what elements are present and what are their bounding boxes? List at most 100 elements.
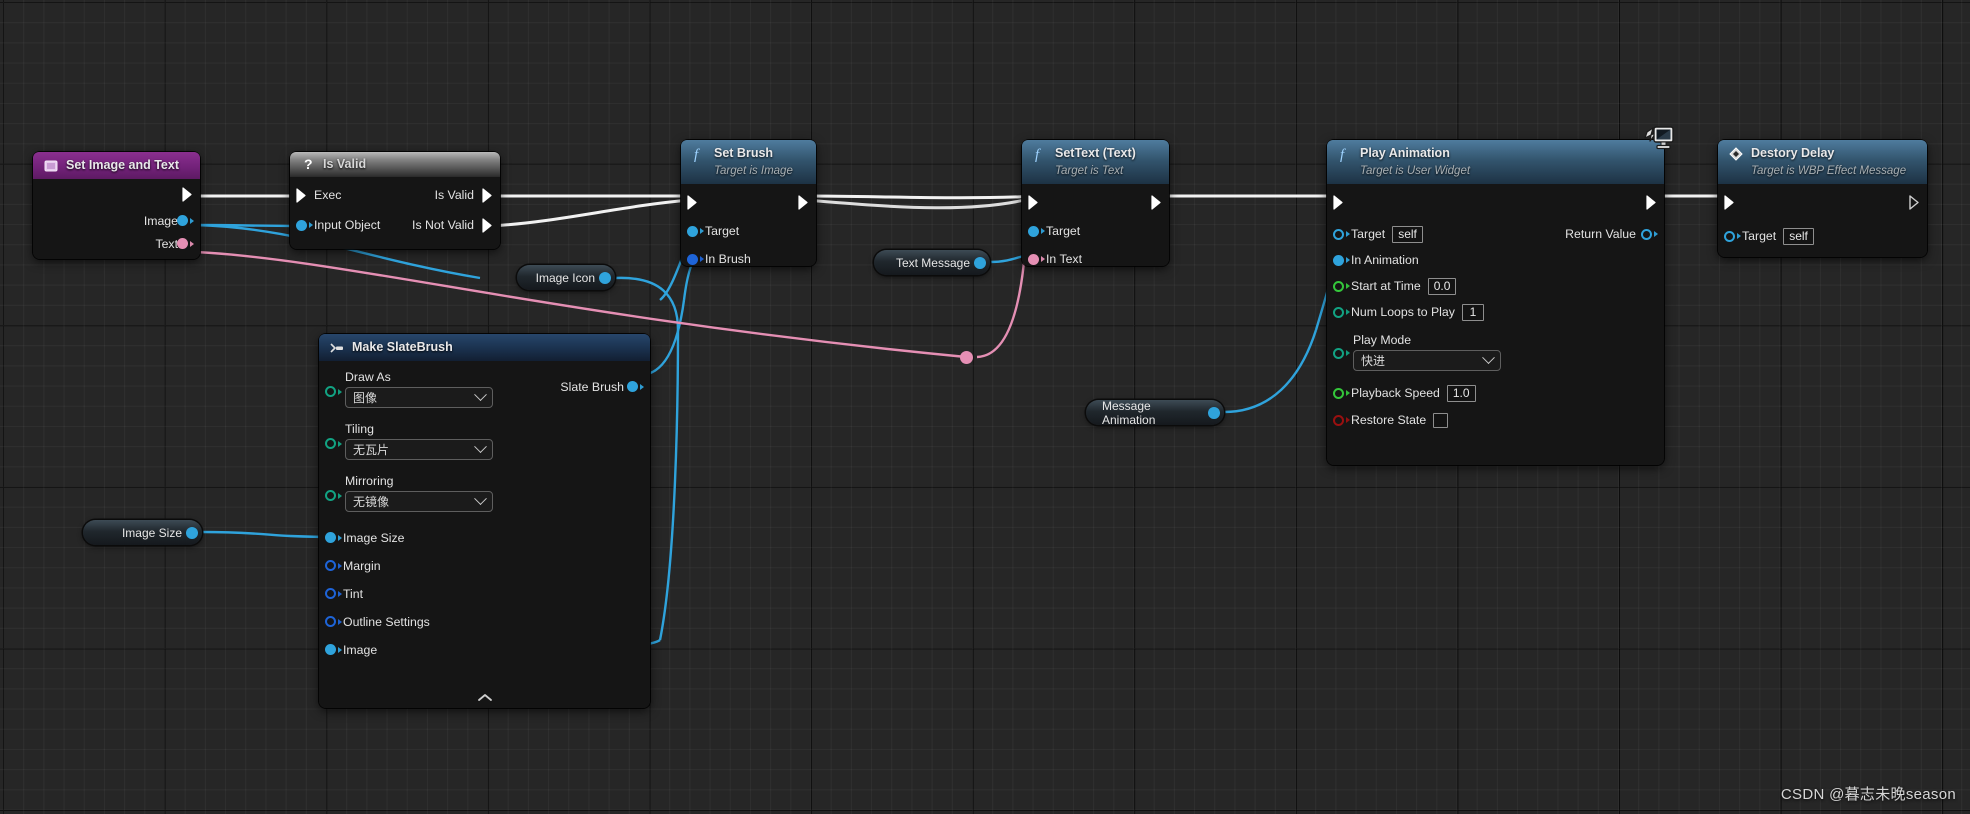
exec-out-pin[interactable] <box>1646 194 1658 215</box>
image-out-pin[interactable] <box>177 215 194 226</box>
restore-state-pin[interactable] <box>1333 414 1350 426</box>
svg-text:f: f <box>1035 147 1041 162</box>
num-loops-field[interactable]: 1 <box>1461 303 1484 321</box>
target-pin[interactable] <box>1333 228 1350 240</box>
exec-in-pin[interactable] <box>1724 194 1736 215</box>
knot-node-message-animation[interactable]: Message Animation <box>1086 399 1224 427</box>
node-make-slatebrush[interactable]: Make SlateBrush Draw As 图像 Slate Brush T… <box>319 334 650 708</box>
playback-speed-field[interactable]: 1.0 <box>1446 384 1476 402</box>
reroute-knot-text[interactable] <box>960 351 973 364</box>
knot-label: Image Icon <box>535 270 595 285</box>
multicast-replication-icon <box>1641 124 1675 159</box>
pin-row-exec <box>1718 192 1927 215</box>
image-size-pin[interactable] <box>325 532 342 543</box>
svg-text:f: f <box>694 147 700 162</box>
pin-row-in-brush: In Brush <box>681 248 816 271</box>
tint-pin[interactable] <box>325 588 342 599</box>
slate-brush-out-pin[interactable] <box>627 381 644 392</box>
pin-row-in-animation: In Animation <box>1327 249 1664 272</box>
knot-out-pin[interactable] <box>1208 406 1220 419</box>
mirroring-dropdown[interactable]: 无镜像 <box>345 491 493 512</box>
target-pin[interactable] <box>1028 225 1045 237</box>
node-destory-delay[interactable]: Destory Delay Target is WBP Effect Messa… <box>1718 140 1927 257</box>
node-header: Set Image and Text <box>33 152 200 179</box>
exec-out-pin[interactable] <box>1909 194 1921 215</box>
in-text-pin[interactable] <box>1028 253 1045 265</box>
pin-row-text: Text <box>33 232 200 255</box>
chevron-down-icon <box>474 492 487 506</box>
mirroring-value: 无镜像 <box>353 495 390 509</box>
pin-row-margin: Margin <box>319 554 650 577</box>
exec-in-pin[interactable] <box>1333 194 1345 215</box>
mirroring-pin[interactable] <box>325 490 342 501</box>
exec-out-pin[interactable] <box>182 187 194 207</box>
exec-out-pin[interactable] <box>798 194 810 215</box>
margin-pin[interactable] <box>325 560 342 571</box>
text-out-pin[interactable] <box>177 238 194 249</box>
knot-node-text-message[interactable]: Text Message <box>874 250 990 275</box>
pin-label-num-loops: Num Loops to Play <box>1351 305 1455 320</box>
target-pin[interactable] <box>687 225 704 237</box>
play-mode-dropdown[interactable]: 快进 <box>1353 349 1501 371</box>
knot-node-image-icon[interactable]: Image Icon <box>517 265 615 290</box>
start-at-time-field[interactable]: 0.0 <box>1427 277 1457 295</box>
pin-label-return-value: Return Value <box>1565 227 1636 242</box>
node-subtitle: Target is User Widget <box>1360 164 1471 177</box>
exec-in-pin[interactable] <box>296 188 308 208</box>
node-title: SetText (Text) <box>1055 146 1136 160</box>
knot-out-pin[interactable] <box>599 271 611 284</box>
pin-row-target: Target <box>681 220 816 243</box>
is-not-valid-out-pin[interactable] <box>482 218 494 238</box>
knot-out-pin[interactable] <box>974 256 986 269</box>
watermark-text: CSDN @暮志未晚season <box>1780 786 1956 803</box>
exec-out-pin[interactable] <box>1151 194 1163 215</box>
tiling-pin[interactable] <box>325 438 342 449</box>
collapse-toggle[interactable] <box>319 693 650 705</box>
pin-row-in-text: In Text <box>1022 248 1169 271</box>
playback-speed-pin[interactable] <box>1333 387 1350 399</box>
num-loops-pin[interactable] <box>1333 306 1350 318</box>
blueprint-graph-canvas[interactable]: Set Image and Text Image Text ? Is Valid… <box>0 0 1970 814</box>
exec-in-pin[interactable] <box>687 194 699 215</box>
restore-state-checkbox[interactable] <box>1433 412 1449 428</box>
pin-row-image-size: Image Size <box>319 526 650 549</box>
pin-label-is-valid: Is Valid <box>434 188 474 203</box>
start-at-time-pin[interactable] <box>1333 280 1350 292</box>
node-set-brush[interactable]: f Set Brush Target is Image Target In Br… <box>681 140 816 266</box>
tiling-value: 无瓦片 <box>353 443 390 457</box>
in-brush-pin[interactable] <box>687 253 704 265</box>
in-animation-pin[interactable] <box>1333 254 1350 266</box>
event-diamond-icon <box>1728 146 1744 162</box>
pin-row-target: Target self Return Value <box>1327 223 1664 246</box>
exec-in-pin[interactable] <box>1028 194 1040 215</box>
function-f-icon: f <box>1337 146 1353 163</box>
node-play-animation[interactable]: f Play Animation Target is User Widget T… <box>1327 140 1664 465</box>
node-set-image-and-text[interactable]: Set Image and Text Image Text <box>33 152 200 259</box>
pin-row-image: Image <box>319 638 650 661</box>
tiling-dropdown[interactable]: 无瓦片 <box>345 439 493 460</box>
play-mode-pin[interactable] <box>1333 347 1350 359</box>
pin-label-image: Image <box>143 213 178 228</box>
pin-label-in-animation: In Animation <box>1351 253 1419 268</box>
make-struct-icon <box>329 340 345 356</box>
target-value-field[interactable]: self <box>1783 227 1814 245</box>
node-set-text[interactable]: f SetText (Text) Target is Text Target I… <box>1022 140 1169 266</box>
return-value-pin[interactable] <box>1641 228 1658 240</box>
target-value-field[interactable]: self <box>1392 225 1423 243</box>
chevron-down-icon <box>1482 350 1495 364</box>
node-title: Play Animation <box>1360 146 1450 160</box>
image-pin[interactable] <box>325 644 342 655</box>
draw-as-dropdown[interactable]: 图像 <box>345 387 493 408</box>
target-pin[interactable] <box>1724 230 1741 242</box>
is-valid-out-pin[interactable] <box>482 188 494 208</box>
node-subtitle: Target is Image <box>714 164 793 177</box>
input-object-pin[interactable] <box>296 219 313 231</box>
knot-out-pin[interactable] <box>186 526 198 539</box>
node-subtitle: Target is Text <box>1055 164 1124 177</box>
node-title: Is Valid <box>323 157 367 171</box>
draw-as-pin[interactable] <box>325 386 342 397</box>
node-is-valid[interactable]: ? Is Valid Exec Is Valid Input Object Is… <box>290 152 500 249</box>
outline-settings-pin[interactable] <box>325 616 342 627</box>
pin-row-exec-out <box>33 179 200 209</box>
knot-node-image-size[interactable]: Image Size <box>83 520 202 545</box>
